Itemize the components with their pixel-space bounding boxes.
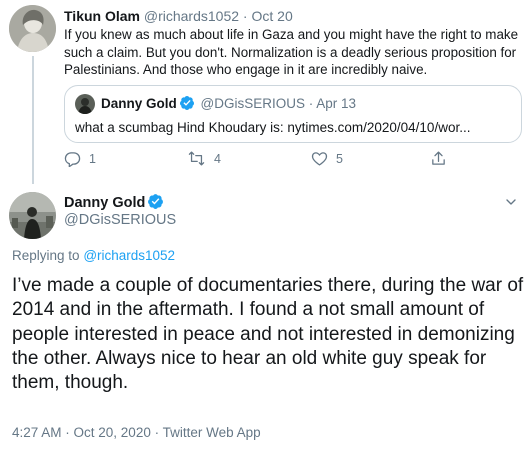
like-count: 5	[336, 151, 343, 166]
like-button[interactable]: 5	[311, 150, 343, 167]
author-name[interactable]: Tikun Olam	[64, 8, 140, 24]
quoted-tweet-text: what a scumbag Hind Khoudary is: nytimes…	[75, 120, 471, 135]
tweet-text: If you knew as much about life in Gaza a…	[64, 27, 519, 77]
quoted-author-handle: @DGisSERIOUS	[200, 96, 305, 111]
author-handle[interactable]: @richards1052	[144, 8, 239, 24]
author-name[interactable]: Danny Gold	[64, 195, 145, 211]
tweet-date[interactable]: Oct 20	[251, 8, 292, 24]
share-icon	[430, 150, 447, 167]
quoted-tweet-date: Apr 13	[316, 96, 357, 111]
author-handle[interactable]: @DGisSERIOUS	[64, 211, 176, 229]
replying-to-link[interactable]: @richards1052	[83, 248, 175, 263]
avatar[interactable]	[9, 5, 56, 52]
verified-badge-icon	[179, 95, 195, 115]
reply-button[interactable]: 1	[64, 150, 96, 167]
like-icon	[311, 150, 328, 167]
separator-dot: ·	[308, 96, 314, 111]
quoted-tweet-header: Danny Gold @DGisSERIOUS · Apr 13	[101, 95, 356, 115]
share-button[interactable]	[430, 150, 447, 167]
quoted-tweet-card[interactable]: Danny Gold @DGisSERIOUS · Apr 13 what a …	[64, 85, 522, 143]
tweet-metadata[interactable]: 4:27 AM · Oct 20, 2020 · Twitter Web App	[12, 424, 261, 442]
retweet-icon	[187, 150, 206, 167]
reply-count: 1	[89, 151, 96, 166]
tweet-header: Tikun Olam @richards1052 · Oct 20	[64, 7, 293, 25]
retweet-button[interactable]: 4	[187, 150, 221, 167]
retweet-count: 4	[214, 151, 221, 166]
quoted-avatar	[75, 94, 95, 114]
tweet-text: I’ve made a couple of documentaries ther…	[12, 275, 524, 394]
thread-connector-line	[32, 56, 34, 184]
quoted-author-name: Danny Gold	[101, 96, 177, 111]
replying-to: Replying to @richards1052	[12, 247, 175, 265]
chevron-down-icon[interactable]	[503, 194, 519, 215]
separator-dot: ·	[242, 8, 248, 24]
replying-to-prefix: Replying to	[12, 248, 80, 263]
avatar[interactable]	[9, 192, 56, 239]
reply-icon	[64, 150, 81, 167]
